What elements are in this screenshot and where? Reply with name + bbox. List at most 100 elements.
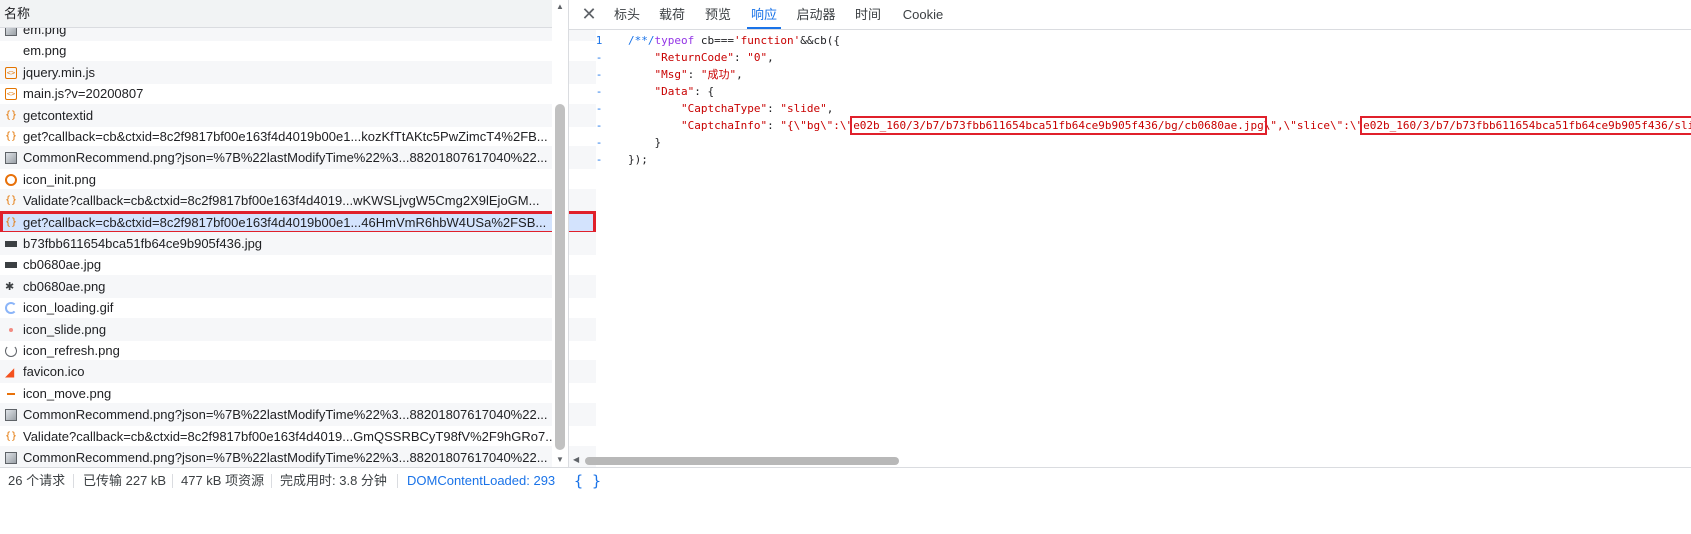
- request-name: main.js?v=20200807: [23, 86, 144, 102]
- request-name: cb0680ae.png: [23, 278, 106, 294]
- code-token: "ReturnCode": [654, 51, 734, 64]
- request-row[interactable]: <> jquery.min.js: [0, 60, 596, 84]
- pretty-print-button[interactable]: { }: [574, 468, 601, 494]
- resources-size: 477 kB 项资源: [181, 473, 265, 488]
- response-horizontal-scrollbar[interactable]: ◀: [569, 455, 1691, 467]
- request-count: 26 个请求: [8, 473, 66, 488]
- code-token: "{\"bg\":\": [780, 119, 854, 132]
- request-row[interactable]: ◢ favicon.ico: [0, 360, 596, 384]
- request-list: em.png em.png <> jquery.min.js <> main.js?v=2…: [0, 28, 596, 506]
- scroll-up-arrow-icon[interactable]: ▲: [555, 2, 565, 11]
- request-row[interactable]: {} Validate?callback=cb&ctxid=8c2f9817bf0…: [0, 189, 596, 213]
- highlighted-image-path: e02b_160/3/b7/b73fbb611654bca51fb64ce9b9…: [1360, 116, 1691, 135]
- scroll-down-arrow-icon[interactable]: ▼: [555, 455, 565, 464]
- code-token: :: [687, 68, 701, 81]
- request-name: get?callback=cb&ctxid=8c2f9817bf00e163f4…: [23, 214, 547, 230]
- image-icon: [5, 409, 17, 422]
- favicon-icon: ◢: [5, 365, 15, 380]
- status-bar: 26 个请求 已传输 227 kB 477 kB 项资源 完成用时: 3.8 分…: [0, 467, 1691, 494]
- request-name: CommonRecommend.png?json=%7B%22lastModif…: [23, 150, 548, 166]
- status-divider: [271, 474, 272, 488]
- request-name: icon_slide.png: [23, 321, 107, 337]
- request-name: cb0680ae.jpg: [23, 257, 102, 273]
- request-row[interactable]: CommonRecommend.png?json=%7B%22lastModif…: [0, 146, 596, 170]
- request-list-scroll-thumb[interactable]: [555, 104, 565, 450]
- dark-image-icon: [5, 241, 17, 247]
- tab-preview[interactable]: 预览: [705, 0, 731, 29]
- scroll-left-arrow-icon[interactable]: ◀: [573, 455, 579, 464]
- code-line: - "CaptchaInfo": "{\"bg\":\"e02b_160/3/b…: [569, 116, 1691, 135]
- code-token: : {: [694, 85, 715, 98]
- request-row[interactable]: em.png: [0, 39, 596, 62]
- puzzle-icon: ✱: [5, 280, 15, 293]
- request-name: CommonRecommend.png?json=%7B%22lastModif…: [23, 450, 548, 465]
- line-number: 1: [595, 34, 603, 47]
- line-number: -: [595, 136, 603, 149]
- code-text: "Data": {: [628, 83, 715, 100]
- request-row[interactable]: <> main.js?v=20200807: [0, 82, 596, 105]
- request-name: getcontextid: [23, 107, 94, 123]
- close-icon[interactable]: ✕: [579, 4, 599, 24]
- line-number: -: [595, 153, 603, 166]
- response-code-viewer[interactable]: 1/**/typeof cb==='function'&&cb({- "Retu…: [569, 30, 1691, 458]
- code-text: "Msg": "成功",: [628, 66, 743, 83]
- bottom-blank-area: [0, 494, 1691, 534]
- response-scroll-thumb[interactable]: [585, 457, 899, 465]
- request-row[interactable]: CommonRecommend.png?json=%7B%22lastModif…: [0, 446, 596, 469]
- request-row[interactable]: cb0680ae.jpg: [0, 253, 596, 276]
- tab-headers[interactable]: 标头: [614, 0, 640, 29]
- request-name: b73fbb611654bca51fb64ce9b905f436.jpg: [23, 236, 263, 251]
- code-token: 'function': [734, 34, 801, 47]
- status-divider: [172, 474, 173, 488]
- status-divider: [397, 474, 398, 488]
- tab-payload[interactable]: 载荷: [659, 0, 685, 29]
- request-row[interactable]: ✱ cb0680ae.png: [0, 274, 596, 298]
- request-row[interactable]: {} Validate?callback=cb&ctxid=8c2f9817bf0…: [0, 425, 596, 448]
- request-row[interactable]: icon_refresh.png: [0, 339, 596, 362]
- request-row[interactable]: {} get?callback=cb&ctxid=8c2f9817bf00e163…: [0, 125, 596, 148]
- dash-icon: [7, 392, 15, 395]
- code-text: "ReturnCode": "0",: [628, 49, 774, 66]
- request-row[interactable]: b73fbb611654bca51fb64ce9b905f436.jpg: [0, 232, 596, 255]
- code-token: :: [767, 102, 781, 115]
- request-name: icon_move.png: [23, 385, 112, 401]
- fetch-icon: {}: [5, 131, 18, 142]
- code-line: - }: [569, 134, 1691, 151]
- line-number: -: [595, 51, 603, 64]
- code-line: - "Msg": "成功",: [569, 66, 1691, 83]
- code-token: "CaptchaInfo": [680, 119, 768, 132]
- highlighted-image-path: e02b_160/3/b7/b73fbb611654bca51fb64ce9b9…: [850, 116, 1267, 135]
- line-number: -: [595, 68, 603, 81]
- status-divider: [73, 474, 74, 488]
- request-row[interactable]: icon_move.png: [0, 382, 596, 405]
- image-icon: [5, 152, 17, 165]
- request-row[interactable]: CommonRecommend.png?json=%7B%22lastModif…: [0, 403, 596, 427]
- request-row[interactable]: icon_init.png: [0, 168, 596, 191]
- name-column-header[interactable]: 名称: [0, 0, 596, 28]
- request-name: get?callback=cb&ctxid=8c2f9817bf00e163f4…: [23, 129, 548, 144]
- code-token: typeof: [654, 34, 695, 47]
- code-token: cb===: [694, 34, 734, 47]
- tab-timing[interactable]: 时间: [855, 0, 881, 29]
- code-line: - "CaptchaType": "slide",: [569, 100, 1691, 117]
- request-row[interactable]: {} get?callback=cb&ctxid=8c2f9817bf00e163…: [0, 210, 596, 234]
- code-token: "0": [747, 51, 768, 64]
- code-line: - "Data": {: [569, 83, 1691, 100]
- request-row[interactable]: icon_slide.png: [0, 317, 596, 341]
- fetch-icon: {}: [5, 216, 18, 228]
- code-text: "CaptchaInfo": "{\"bg\":\"e02b_160/3/b7/…: [628, 116, 1691, 135]
- line-number: -: [595, 85, 603, 98]
- tab-cookies[interactable]: Cookie: [901, 0, 945, 29]
- image-icon: [5, 28, 17, 36]
- request-row[interactable]: icon_loading.gif: [0, 296, 596, 319]
- fetch-icon: {}: [5, 195, 18, 207]
- request-row[interactable]: {} getcontextid: [0, 103, 596, 127]
- tab-initiator[interactable]: 启动器: [796, 0, 836, 29]
- code-token: ,: [767, 51, 774, 64]
- tab-response[interactable]: 响应: [747, 0, 781, 29]
- loading-icon: [5, 302, 17, 315]
